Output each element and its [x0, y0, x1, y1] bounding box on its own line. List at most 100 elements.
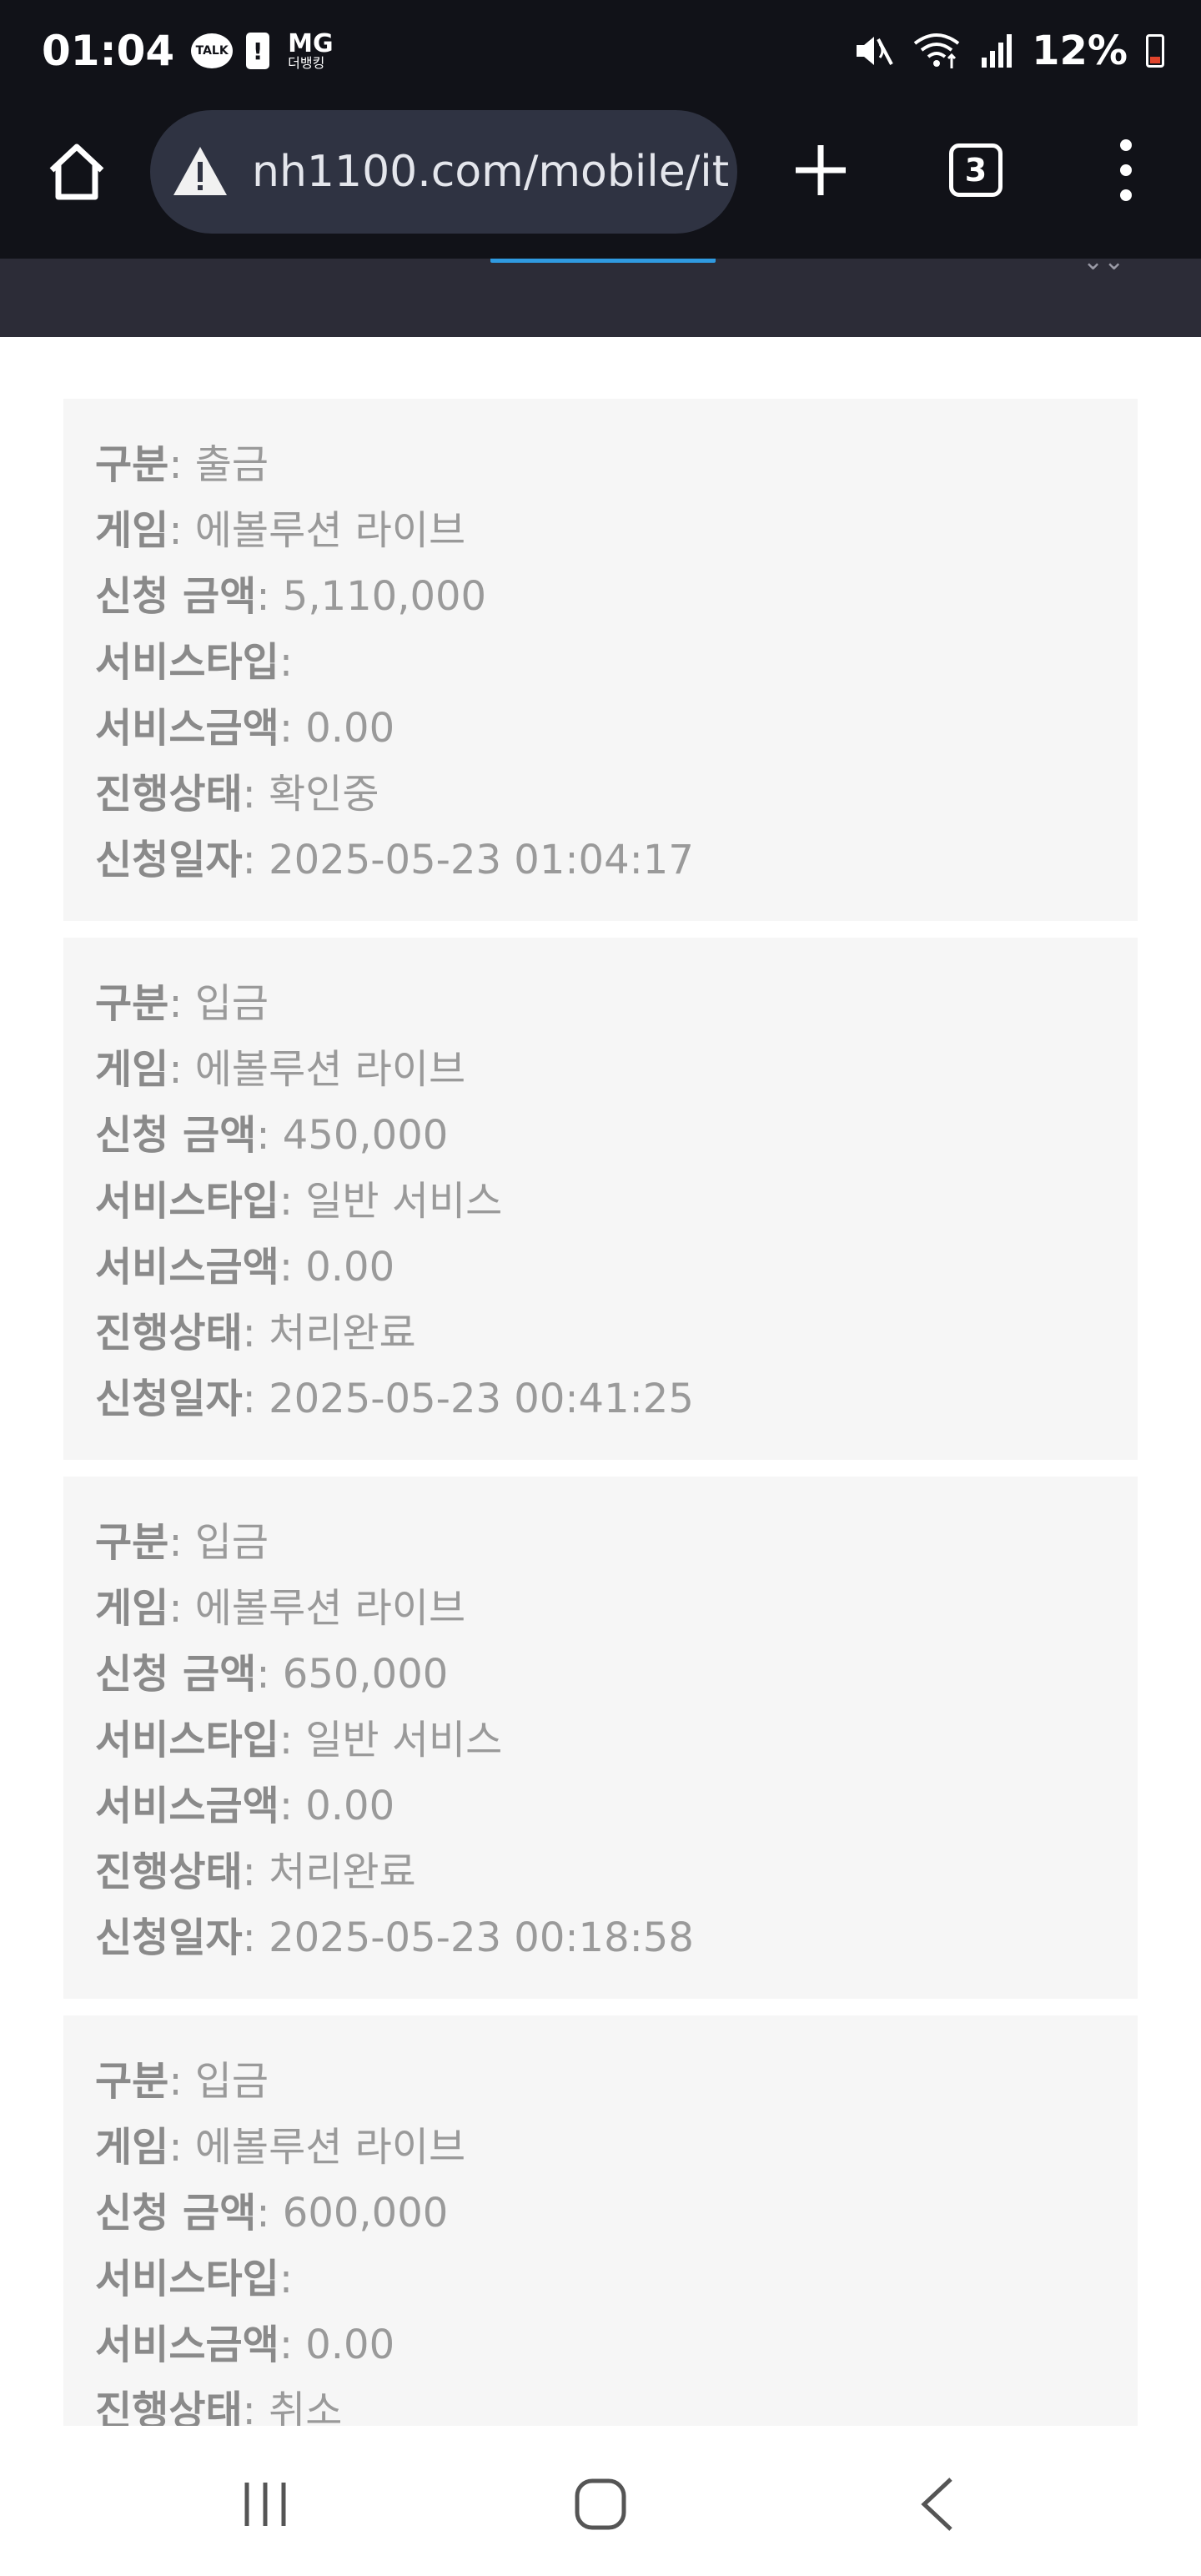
value-service-type: 일반 서비스	[305, 1178, 503, 1225]
label-service-type: 서비스타입	[95, 2256, 279, 2302]
record-amount: 신청 금액: 450,000	[95, 1112, 449, 1159]
label-service-amount: 서비스금액	[95, 1244, 279, 1291]
label-amount: 신청 금액	[95, 1651, 257, 1698]
mute-icon	[857, 37, 893, 65]
label-category: 구분	[95, 2058, 169, 2105]
label-status: 진행상태	[95, 771, 243, 818]
record-service-type: 서비스타입: 일반 서비스	[95, 1717, 503, 1763]
value-service-amount: 0.00	[305, 2322, 395, 2368]
chevron-down-icon[interactable]: ⌄⌄	[1083, 259, 1124, 276]
record-service-amount: 서비스금액: 0.00	[95, 2322, 395, 2368]
label-category: 구분	[95, 980, 169, 1027]
value-game: 에볼루션 라이브	[194, 2124, 466, 2171]
record-game: 게임: 에볼루션 라이브	[95, 507, 466, 554]
record-status: 진행상태: 처리완료	[95, 1310, 416, 1356]
record-service-amount: 서비스금액: 0.00	[95, 1783, 395, 1829]
label-status: 진행상태	[95, 2387, 243, 2426]
value-status: 취소	[269, 2387, 343, 2426]
label-service-amount: 서비스금액	[95, 705, 279, 752]
nav-home-icon[interactable]	[574, 2478, 627, 2531]
value-date: 2025-05-23 00:41:25	[269, 1376, 694, 1422]
record-card: 구분: 출금 게임: 에볼루션 라이브 신청 금액: 5,110,000 서비스…	[63, 399, 1138, 921]
label-date: 신청일자	[95, 1914, 243, 1961]
records-list: 구분: 출금 게임: 에볼루션 라이브 신청 금액: 5,110,000 서비스…	[63, 399, 1138, 2426]
record-amount: 신청 금액: 650,000	[95, 1651, 449, 1698]
plus-icon[interactable]	[787, 137, 854, 204]
mg-sublabel: 더뱅킹	[288, 55, 325, 71]
value-amount: 450,000	[282, 1112, 449, 1159]
home-icon[interactable]	[43, 138, 110, 205]
battery-icon	[1146, 34, 1164, 68]
label-category: 구분	[95, 441, 169, 488]
record-amount: 신청 금액: 600,000	[95, 2190, 449, 2236]
label-date: 신청일자	[95, 1376, 243, 1422]
record-service-amount: 서비스금액: 0.00	[95, 1244, 395, 1291]
address-bar[interactable]: nh1100.com/mobile/it	[150, 110, 737, 234]
value-service-amount: 0.00	[305, 1783, 395, 1829]
wifi-icon	[913, 33, 960, 68]
value-service-amount: 0.00	[305, 705, 395, 752]
label-amount: 신청 금액	[95, 573, 257, 620]
record-status: 진행상태: 취소	[95, 2378, 1106, 2426]
header-title-underline	[490, 259, 716, 263]
value-game: 에볼루션 라이브	[194, 507, 466, 554]
label-date: 신청일자	[95, 837, 243, 883]
value-service-amount: 0.00	[305, 1244, 395, 1291]
label-service-type: 서비스타입	[95, 1717, 279, 1763]
url-text[interactable]: nh1100.com/mobile/it	[252, 147, 729, 197]
status-bar: 01:04 TALK ! MG 더뱅킹 12%	[0, 0, 1201, 102]
label-status: 진행상태	[95, 1310, 243, 1356]
value-category: 입금	[194, 1519, 269, 1566]
record-amount: 신청 금액: 5,110,000	[95, 573, 487, 620]
browser-toolbar: nh1100.com/mobile/it 3	[0, 102, 1201, 259]
label-category: 구분	[95, 1519, 169, 1566]
record-card: 구분: 입금 게임: 에볼루션 라이브 신청 금액: 600,000 서비스타입…	[63, 2015, 1138, 2426]
value-status: 확인중	[269, 771, 379, 818]
mg-bank-icon: MG 더뱅킹	[288, 32, 333, 70]
label-status: 진행상태	[95, 1849, 243, 1895]
signal-icon	[982, 34, 1013, 68]
battery-percent: 12%	[1032, 28, 1128, 74]
back-icon[interactable]	[917, 2476, 957, 2533]
page-header: ⌄⌄	[0, 259, 1201, 337]
record-card: 구분: 입금 게임: 에볼루션 라이브 신청 금액: 450,000 서비스타입…	[63, 938, 1138, 1460]
label-service-amount: 서비스금액	[95, 1783, 279, 1829]
label-amount: 신청 금액	[95, 2190, 257, 2236]
label-service-amount: 서비스금액	[95, 2322, 279, 2368]
record-service-type: 서비스타입: 일반 서비스	[95, 1178, 503, 1225]
recents-icon[interactable]	[240, 2479, 290, 2529]
warning-icon[interactable]	[170, 142, 230, 202]
record-status: 진행상태: 확인중	[95, 771, 379, 818]
record-service-type: 서비스타입:	[95, 639, 293, 686]
tabs-icon[interactable]: 3	[949, 143, 1003, 197]
record-service-amount: 서비스금액: 0.00	[95, 705, 395, 752]
value-status: 처리완료	[269, 1310, 416, 1356]
value-status: 처리완료	[269, 1849, 416, 1895]
label-service-type: 서비스타입	[95, 1178, 279, 1225]
battery-alert-icon: !	[246, 33, 270, 69]
label-service-type: 서비스타입	[95, 639, 279, 686]
record-date: 신청일자: 2025-05-23 01:04:17	[95, 837, 694, 883]
value-amount: 600,000	[282, 2190, 449, 2236]
record-status: 진행상태: 처리완료	[95, 1849, 416, 1895]
kakaotalk-icon: TALK	[191, 33, 234, 68]
value-category: 입금	[194, 2058, 269, 2105]
record-category: 구분: 입금	[95, 2058, 269, 2105]
record-category: 구분: 입금	[95, 980, 269, 1027]
record-service-type: 서비스타입:	[95, 2256, 293, 2302]
label-game: 게임	[95, 1585, 169, 1632]
label-amount: 신청 금액	[95, 1112, 257, 1159]
label-game: 게임	[95, 1046, 169, 1093]
record-game: 게임: 에볼루션 라이브	[95, 1046, 466, 1093]
system-nav-bar	[0, 2426, 1201, 2576]
value-date: 2025-05-23 00:18:58	[269, 1914, 694, 1961]
record-date: 신청일자: 2025-05-23 00:41:25	[95, 1376, 694, 1422]
more-vert-icon[interactable]	[1099, 135, 1153, 205]
record-game: 게임: 에볼루션 라이브	[95, 1585, 466, 1632]
mg-label: MG	[288, 29, 334, 58]
value-date: 2025-05-23 01:04:17	[269, 837, 694, 883]
status-right: 12%	[853, 28, 1164, 74]
label-game: 게임	[95, 507, 169, 554]
label-game: 게임	[95, 2124, 169, 2171]
record-card: 구분: 입금 게임: 에볼루션 라이브 신청 금액: 650,000 서비스타입…	[63, 1477, 1138, 1999]
